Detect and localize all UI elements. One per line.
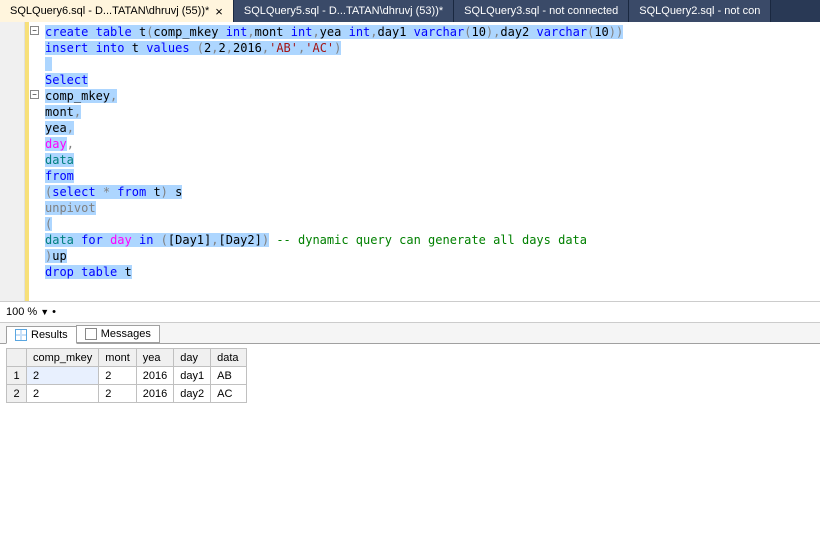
cell[interactable]: 2016 bbox=[136, 367, 173, 385]
cell[interactable]: AC bbox=[211, 385, 247, 403]
editor-gutter bbox=[0, 22, 25, 301]
tab-sqlquery6[interactable]: SQLQuery6.sql - D...TATAN\dhruvj (55))* … bbox=[0, 0, 234, 22]
row-number[interactable]: 1 bbox=[7, 367, 27, 385]
results-panel: comp_mkey mont yea day data 1 2 2 2016 d… bbox=[0, 344, 820, 407]
table-row[interactable]: 1 2 2 2016 day1 AB bbox=[7, 367, 247, 385]
tab-label: SQLQuery5.sql - D...TATAN\dhruvj (53))* bbox=[244, 5, 443, 17]
tab-label: Messages bbox=[101, 328, 151, 340]
tab-sqlquery3[interactable]: SQLQuery3.sql - not connected bbox=[454, 0, 629, 22]
result-tabs: Results Messages bbox=[0, 323, 820, 344]
document-tabs: SQLQuery6.sql - D...TATAN\dhruvj (55))* … bbox=[0, 0, 820, 22]
tab-label: SQLQuery2.sql - not con bbox=[639, 5, 760, 17]
tab-results[interactable]: Results bbox=[6, 326, 77, 344]
close-icon[interactable]: × bbox=[215, 5, 223, 18]
fold-toggle-icon[interactable]: − bbox=[30, 26, 39, 35]
tab-label: SQLQuery3.sql - not connected bbox=[464, 5, 618, 17]
table-row[interactable]: 2 2 2 2016 day2 AC bbox=[7, 385, 247, 403]
chevron-down-icon[interactable]: ▼ bbox=[40, 307, 49, 317]
sql-editor[interactable]: create table t(comp_mkey int,mont int,ye… bbox=[41, 22, 820, 301]
dropdown-separator: • bbox=[52, 306, 56, 318]
cell[interactable]: day1 bbox=[174, 367, 211, 385]
tab-sqlquery5[interactable]: SQLQuery5.sql - D...TATAN\dhruvj (53))* bbox=[234, 0, 454, 22]
row-number[interactable]: 2 bbox=[7, 385, 27, 403]
editor-area: − − create table t(comp_mkey int,mont in… bbox=[0, 22, 820, 302]
tab-sqlquery2[interactable]: SQLQuery2.sql - not con bbox=[629, 0, 771, 22]
column-header[interactable]: yea bbox=[136, 349, 173, 367]
corner-cell[interactable] bbox=[7, 349, 27, 367]
fold-column: − − bbox=[29, 22, 41, 301]
grid-icon bbox=[15, 329, 27, 341]
fold-toggle-icon[interactable]: − bbox=[30, 90, 39, 99]
cell[interactable]: 2 bbox=[27, 385, 99, 403]
results-table[interactable]: comp_mkey mont yea day data 1 2 2 2016 d… bbox=[6, 348, 247, 403]
cell[interactable]: 2016 bbox=[136, 385, 173, 403]
column-header[interactable]: comp_mkey bbox=[27, 349, 99, 367]
cell[interactable]: 2 bbox=[27, 367, 99, 385]
zoom-value: 100 % bbox=[6, 306, 37, 318]
cell[interactable]: AB bbox=[211, 367, 247, 385]
cell[interactable]: 2 bbox=[99, 367, 136, 385]
tab-messages[interactable]: Messages bbox=[76, 325, 160, 343]
tab-label: Results bbox=[31, 329, 68, 341]
cell[interactable]: 2 bbox=[99, 385, 136, 403]
zoom-control[interactable]: 100 % ▼ • bbox=[0, 302, 820, 323]
column-header[interactable]: data bbox=[211, 349, 247, 367]
column-header[interactable]: day bbox=[174, 349, 211, 367]
cell[interactable]: day2 bbox=[174, 385, 211, 403]
header-row: comp_mkey mont yea day data bbox=[7, 349, 247, 367]
column-header[interactable]: mont bbox=[99, 349, 136, 367]
message-icon bbox=[85, 328, 97, 340]
tab-label: SQLQuery6.sql - D...TATAN\dhruvj (55))* bbox=[10, 5, 209, 17]
